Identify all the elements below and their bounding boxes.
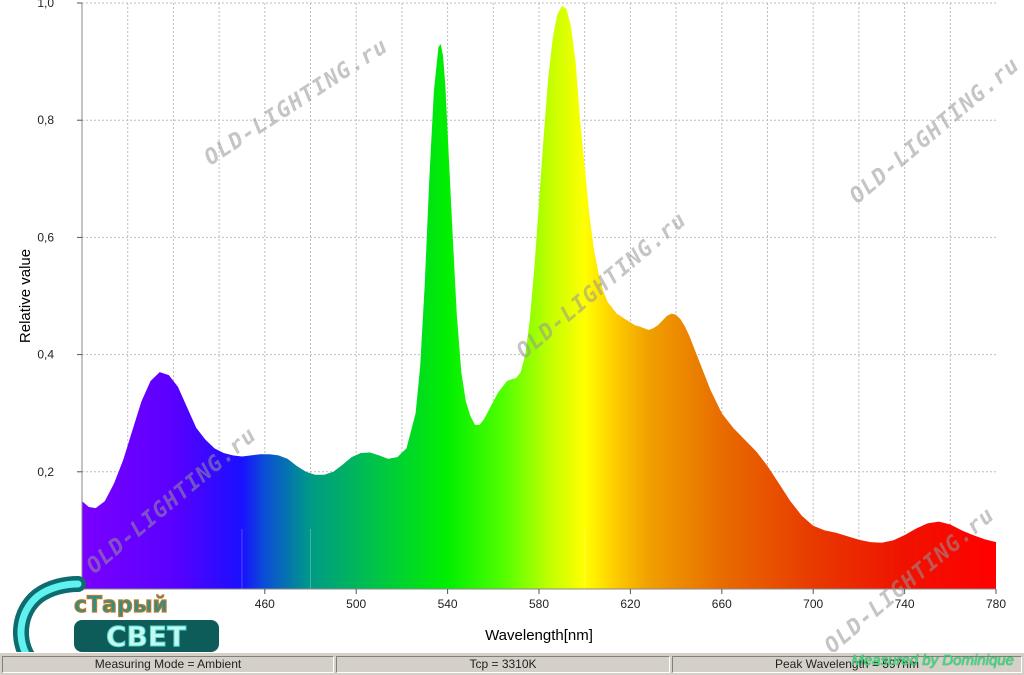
x-tick-label: 660 bbox=[712, 597, 732, 611]
status-tcp: Tcp = 3310K bbox=[336, 656, 670, 673]
x-axis-label: Wavelength[nm] bbox=[485, 627, 593, 644]
spectrum-area-fill bbox=[82, 5, 996, 590]
y-axis-label-wrap: Relative value bbox=[17, 249, 34, 343]
x-tick-label: 540 bbox=[438, 597, 458, 611]
status-measuring-mode: Measuring Mode = Ambient bbox=[2, 656, 334, 673]
x-tick-label: 460 bbox=[255, 597, 275, 611]
x-tick-label: 580 bbox=[529, 597, 549, 611]
x-tick-label: 500 bbox=[346, 597, 366, 611]
x-tick-label: 700 bbox=[803, 597, 823, 611]
spectrum-area bbox=[82, 5, 996, 590]
credit-text: Measured by Dominique bbox=[851, 652, 1014, 669]
x-tick-label: 620 bbox=[620, 597, 640, 611]
logo-line1: сТарый bbox=[74, 593, 168, 618]
logo-line2: СВЕТ bbox=[106, 620, 186, 653]
y-axis-label: Relative value bbox=[17, 249, 34, 343]
x-tick-label: 780 bbox=[986, 597, 1006, 611]
spectrum-chart: 00,20,40,60,81,0460 500 540 580 620 660 700 740… bbox=[37, 0, 1006, 644]
staryi-svet-logo: сТарый СВЕТ bbox=[13, 576, 219, 662]
